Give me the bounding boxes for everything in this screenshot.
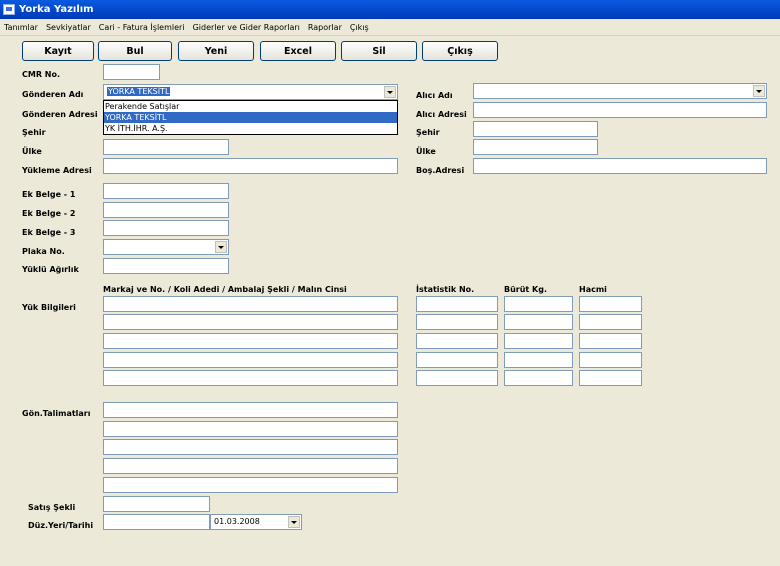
sender-name-label: Gönderen Adı bbox=[22, 90, 84, 99]
save-button[interactable]: Kayıt bbox=[22, 41, 94, 61]
chevron-down-icon[interactable] bbox=[753, 85, 765, 97]
issue-date-value: 01.03.2008 bbox=[214, 517, 260, 526]
gross-kg-input[interactable] bbox=[504, 370, 573, 386]
window-title: Yorka Yazılım bbox=[19, 4, 94, 15]
sender-name-value: YORKA TEKSİTL bbox=[107, 87, 171, 96]
menu-bar: Tanımlar Sevkiyatlar Cari - Fatura İşlem… bbox=[0, 19, 780, 36]
app-icon bbox=[3, 4, 15, 15]
delete-button[interactable]: Sil bbox=[341, 41, 417, 61]
sender-dropdown-list[interactable]: Perakende Satışlar YORKA TEKSİTL YK İTH.… bbox=[103, 100, 398, 135]
load-weight-input[interactable] bbox=[103, 258, 229, 274]
ek-belge-2-label: Ek Belge - 2 bbox=[22, 209, 76, 218]
sale-type-input[interactable] bbox=[103, 496, 210, 512]
load-desc-input[interactable] bbox=[103, 314, 398, 330]
issue-place-input[interactable] bbox=[103, 514, 210, 530]
instructions-input[interactable] bbox=[103, 421, 398, 437]
stat-no-input[interactable] bbox=[416, 333, 498, 349]
title-bar: Yorka Yazılım bbox=[0, 0, 780, 19]
plate-no-combo[interactable] bbox=[103, 239, 229, 255]
receiver-name-label: Alıcı Adı bbox=[416, 91, 453, 100]
chevron-down-icon[interactable] bbox=[288, 516, 300, 528]
gross-kg-input[interactable] bbox=[504, 333, 573, 349]
receiver-address-label: Alıcı Adresi bbox=[416, 110, 467, 119]
load-header-label: Markaj ve No. / Koli Adedi / Ambalaj Şek… bbox=[103, 285, 347, 294]
dropdown-option-yk[interactable]: YK İTH.İHR. A.Ş. bbox=[104, 123, 397, 134]
instructions-label: Gön.Talimatları bbox=[22, 409, 91, 418]
chevron-down-icon[interactable] bbox=[215, 241, 227, 253]
volume-input[interactable] bbox=[579, 314, 642, 330]
sender-name-combo[interactable]: YORKA TEKSİTL bbox=[103, 84, 398, 100]
menu-cikis[interactable]: Çıkış bbox=[350, 23, 369, 32]
receiver-address-input[interactable] bbox=[473, 102, 767, 118]
exit-button[interactable]: Çıkış bbox=[422, 41, 498, 61]
menu-cari-fatura[interactable]: Cari - Fatura İşlemleri bbox=[99, 23, 185, 32]
issue-date-picker[interactable]: 01.03.2008 bbox=[210, 514, 302, 530]
receiver-country-input[interactable] bbox=[473, 139, 598, 155]
instructions-input[interactable] bbox=[103, 439, 398, 455]
new-button[interactable]: Yeni bbox=[178, 41, 254, 61]
plate-no-label: Plaka No. bbox=[22, 247, 65, 256]
ek-belge-3-label: Ek Belge - 3 bbox=[22, 228, 76, 237]
unloading-address-label: Boş.Adresi bbox=[416, 166, 465, 175]
excel-button[interactable]: Excel bbox=[260, 41, 336, 61]
dropdown-option-perakende[interactable]: Perakende Satışlar bbox=[104, 101, 397, 112]
stat-no-input[interactable] bbox=[416, 314, 498, 330]
volume-input[interactable] bbox=[579, 352, 642, 368]
load-desc-input[interactable] bbox=[103, 296, 398, 312]
sender-address-label: Gönderen Adresi bbox=[22, 110, 98, 119]
load-desc-input[interactable] bbox=[103, 333, 398, 349]
volume-input[interactable] bbox=[579, 296, 642, 312]
load-desc-input[interactable] bbox=[103, 352, 398, 368]
ek-belge-3-input[interactable] bbox=[103, 220, 229, 236]
country-label: Ülke bbox=[22, 147, 42, 156]
gross-kg-label: Bürüt Kg. bbox=[504, 285, 548, 294]
ek-belge-2-input[interactable] bbox=[103, 202, 229, 218]
gross-kg-input[interactable] bbox=[504, 314, 573, 330]
menu-giderler[interactable]: Giderler ve Gider Raporları bbox=[193, 23, 300, 32]
gross-kg-input[interactable] bbox=[504, 296, 573, 312]
loading-address-label: Yükleme Adresi bbox=[22, 166, 92, 175]
cmr-no-input[interactable] bbox=[103, 64, 160, 80]
receiver-country-label: Ülke bbox=[416, 147, 436, 156]
load-weight-label: Yüklü Ağırlık bbox=[22, 265, 79, 274]
volume-label: Hacmi bbox=[579, 285, 607, 294]
stat-no-input[interactable] bbox=[416, 352, 498, 368]
receiver-city-label: Şehir bbox=[416, 128, 440, 137]
menu-raporlar[interactable]: Raporlar bbox=[308, 23, 342, 32]
receiver-city-input[interactable] bbox=[473, 121, 598, 137]
sale-type-label: Satış Şekli bbox=[28, 503, 76, 512]
loading-address-input[interactable] bbox=[103, 158, 398, 174]
instructions-input[interactable] bbox=[103, 477, 398, 493]
unloading-address-input[interactable] bbox=[473, 158, 767, 174]
stat-no-input[interactable] bbox=[416, 370, 498, 386]
ek-belge-1-label: Ek Belge - 1 bbox=[22, 190, 76, 199]
receiver-name-combo[interactable] bbox=[473, 83, 767, 99]
instructions-input[interactable] bbox=[103, 458, 398, 474]
chevron-down-icon[interactable] bbox=[384, 86, 396, 98]
volume-input[interactable] bbox=[579, 370, 642, 386]
instructions-input[interactable] bbox=[103, 402, 398, 418]
stat-no-label: İstatistik No. bbox=[416, 285, 475, 294]
stat-no-input[interactable] bbox=[416, 296, 498, 312]
cmr-no-label: CMR No. bbox=[22, 70, 61, 79]
ek-belge-1-input[interactable] bbox=[103, 183, 229, 199]
menu-tanimlar[interactable]: Tanımlar bbox=[4, 23, 38, 32]
dropdown-option-yorka[interactable]: YORKA TEKSİTL bbox=[104, 112, 397, 123]
menu-sevkiyatlar[interactable]: Sevkiyatlar bbox=[46, 23, 91, 32]
country-input[interactable] bbox=[103, 139, 229, 155]
find-button[interactable]: Bul bbox=[98, 41, 172, 61]
volume-input[interactable] bbox=[579, 333, 642, 349]
issue-place-date-label: Düz.Yeri/Tarihi bbox=[28, 521, 94, 530]
load-desc-input[interactable] bbox=[103, 370, 398, 386]
city-label: Şehir bbox=[22, 128, 46, 137]
gross-kg-input[interactable] bbox=[504, 352, 573, 368]
load-info-label: Yük Bilgileri bbox=[22, 303, 76, 312]
